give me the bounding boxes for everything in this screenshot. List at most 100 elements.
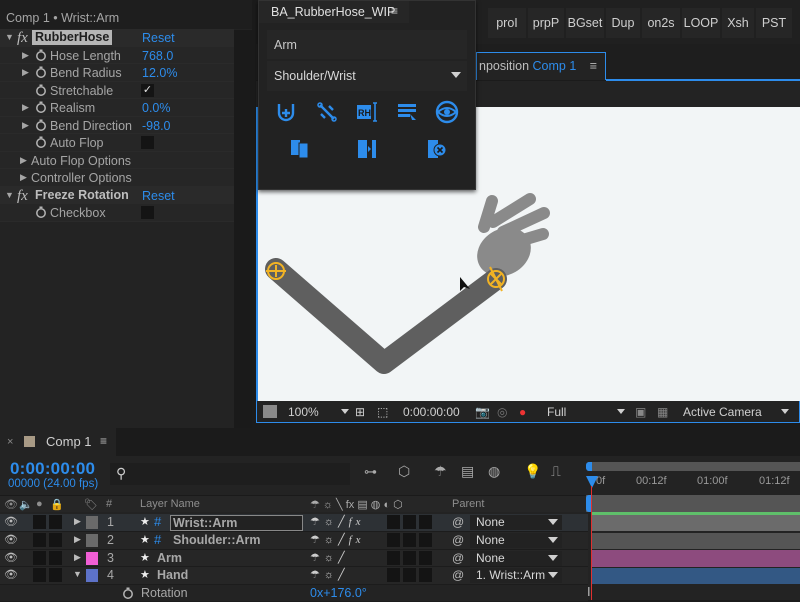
lock-cell[interactable] <box>49 551 62 565</box>
region-of-interest-icon[interactable]: ▣ <box>635 405 646 419</box>
camera-snapshot-icon[interactable]: 📷 <box>475 405 490 419</box>
layer-row-1[interactable]: 👁 ▶ 1 ★ # Wrist::Arm ☂☼╱fx @ None <box>0 514 588 532</box>
switch-cell[interactable] <box>419 533 432 547</box>
stopwatch-icon[interactable] <box>35 66 47 78</box>
property-value[interactable]: 0x+176.0° <box>310 586 367 600</box>
pickwhip-icon[interactable]: @ <box>452 533 464 547</box>
audio-cell[interactable] <box>33 533 46 547</box>
layer-bar-4[interactable] <box>591 568 800 585</box>
frame-blending-icon[interactable]: ▤ <box>461 463 474 480</box>
layer-row-3[interactable]: 👁 ▶ 3 ★ Arm ☂☼╱ @ None <box>0 550 588 568</box>
zoom-level[interactable]: 100% <box>288 405 319 419</box>
switch-cell[interactable] <box>403 551 416 565</box>
switch-cell[interactable] <box>419 515 432 529</box>
effect-rubberhose[interactable]: ▼ fx RubberHose Reset <box>0 29 234 47</box>
toggle-visibility-button[interactable] <box>434 100 460 124</box>
work-area-start-handle[interactable] <box>586 462 592 471</box>
color-channels-icon[interactable]: ● <box>519 405 526 419</box>
safe-margins-icon[interactable]: ⊞ <box>355 405 365 419</box>
snapshot-region-icon[interactable] <box>263 405 277 418</box>
effect-freeze-rotation[interactable]: ▼ fx Freeze Rotation Reset <box>0 187 234 205</box>
toolbar-button-loop[interactable]: LOOP <box>682 8 720 38</box>
expand-triangle-icon[interactable]: ▶ <box>22 67 29 78</box>
layer-name-header[interactable]: Layer Name <box>140 498 200 510</box>
link-hose-button[interactable] <box>314 100 340 124</box>
visibility-eye-icon[interactable]: 👁 <box>4 515 18 528</box>
duplicate-hose-button[interactable] <box>287 137 313 161</box>
parent-select[interactable]: None <box>470 551 562 566</box>
pickwhip-icon[interactable]: @ <box>452 568 464 582</box>
stopwatch-icon[interactable] <box>35 101 47 113</box>
switch-cell[interactable] <box>387 515 400 529</box>
stopwatch-icon[interactable] <box>35 136 47 148</box>
current-time-display[interactable]: 0:00:00:00 <box>10 459 95 479</box>
effect-controls-scrollbar[interactable] <box>234 30 252 428</box>
property-value[interactable]: 0.0% <box>142 101 171 115</box>
property-hose-length[interactable]: ▶ Hose Length 768.0 <box>0 47 234 65</box>
transparency-grid-icon[interactable]: ▦ <box>657 405 668 419</box>
property-bend-direction[interactable]: ▶ Bend Direction -98.0 <box>0 117 234 135</box>
property-checkbox[interactable]: Checkbox <box>0 204 234 222</box>
collapse-triangle-icon[interactable]: ▼ <box>5 190 14 200</box>
visibility-eye-icon[interactable]: 👁 <box>4 551 18 564</box>
toolbar-button-proi[interactable]: proI <box>488 8 526 38</box>
toolbar-button-prpp[interactable]: prpP <box>528 8 564 38</box>
collapse-triangle-icon[interactable]: ▼ <box>73 569 82 579</box>
visibility-eye-icon[interactable]: 👁 <box>4 533 18 546</box>
tab-composition-comp1[interactable]: nposition Comp 1 ≡ <box>476 52 606 80</box>
panel-menu-icon[interactable]: ≡ <box>391 4 398 18</box>
reset-link[interactable]: Reset <box>142 31 175 45</box>
fx-icon[interactable]: fx <box>17 188 28 205</box>
label-color-swatch[interactable] <box>86 516 98 529</box>
visibility-eye-icon[interactable]: 👁 <box>4 568 18 581</box>
hose-name-field[interactable]: Arm <box>267 30 467 59</box>
layer-bar-2[interactable] <box>591 533 800 550</box>
audio-cell[interactable] <box>33 551 46 565</box>
work-area-bar[interactable] <box>588 462 800 471</box>
switch-cell[interactable] <box>419 568 432 582</box>
stopwatch-icon[interactable] <box>35 119 47 131</box>
auto-flop-checkbox[interactable] <box>141 136 154 149</box>
hose-type-select[interactable]: Shoulder/Wrist <box>267 61 467 91</box>
camera-select[interactable]: Active Camera <box>683 405 762 419</box>
collapse-triangle-icon[interactable]: ▼ <box>5 32 14 42</box>
layer-name[interactable]: Arm <box>157 551 182 565</box>
zoom-dropdown-icon[interactable] <box>341 409 349 414</box>
expand-triangle-icon[interactable]: ▶ <box>74 516 81 527</box>
lock-cell[interactable] <box>49 515 62 529</box>
property-stretchable[interactable]: Stretchable ✓ <box>0 82 234 100</box>
layer-switches[interactable]: ☂☼╱ <box>310 551 349 564</box>
label-color-swatch[interactable] <box>86 534 98 547</box>
freeze-checkbox[interactable] <box>141 206 154 219</box>
expand-triangle-icon[interactable]: ▶ <box>20 155 27 166</box>
property-value[interactable]: 768.0 <box>142 49 173 63</box>
property-value[interactable]: -98.0 <box>142 119 171 133</box>
close-icon[interactable]: × <box>7 436 13 448</box>
effect-name[interactable]: Freeze Rotation <box>32 188 132 203</box>
mask-visibility-icon[interactable]: ⬚ <box>377 405 388 419</box>
split-hose-button[interactable] <box>354 137 380 161</box>
panel-menu-icon[interactable]: ≡ <box>100 434 107 448</box>
expand-triangle-icon[interactable]: ▶ <box>74 534 81 545</box>
audio-cell[interactable] <box>33 515 46 529</box>
shy-layers-icon[interactable]: ☂ <box>434 463 447 480</box>
parent-select[interactable]: None <box>470 515 562 530</box>
lock-cell[interactable] <box>49 533 62 547</box>
rename-hose-button[interactable]: RH <box>354 100 380 124</box>
reset-link[interactable]: Reset <box>142 189 175 203</box>
viewer-timecode[interactable]: 0:00:00:00 <box>403 405 460 419</box>
delete-hose-button[interactable] <box>424 137 450 161</box>
toolbar-button-on2s[interactable]: on2s <box>642 8 680 38</box>
switch-cell[interactable] <box>387 551 400 565</box>
switch-cell[interactable] <box>403 568 416 582</box>
draft-3d-icon[interactable]: ⬡ <box>398 463 410 480</box>
switch-cell[interactable] <box>387 533 400 547</box>
property-value[interactable]: 12.0% <box>142 66 177 80</box>
lock-cell[interactable] <box>49 568 62 582</box>
playhead-handle[interactable] <box>586 476 598 488</box>
expand-triangle-icon[interactable]: ▶ <box>22 50 29 61</box>
select-layers-button[interactable] <box>394 100 420 124</box>
expand-triangle-icon[interactable]: ▶ <box>74 552 81 563</box>
brainstorm-icon[interactable]: 💡 <box>524 463 541 480</box>
layer-name[interactable]: Wrist::Arm <box>170 515 303 531</box>
